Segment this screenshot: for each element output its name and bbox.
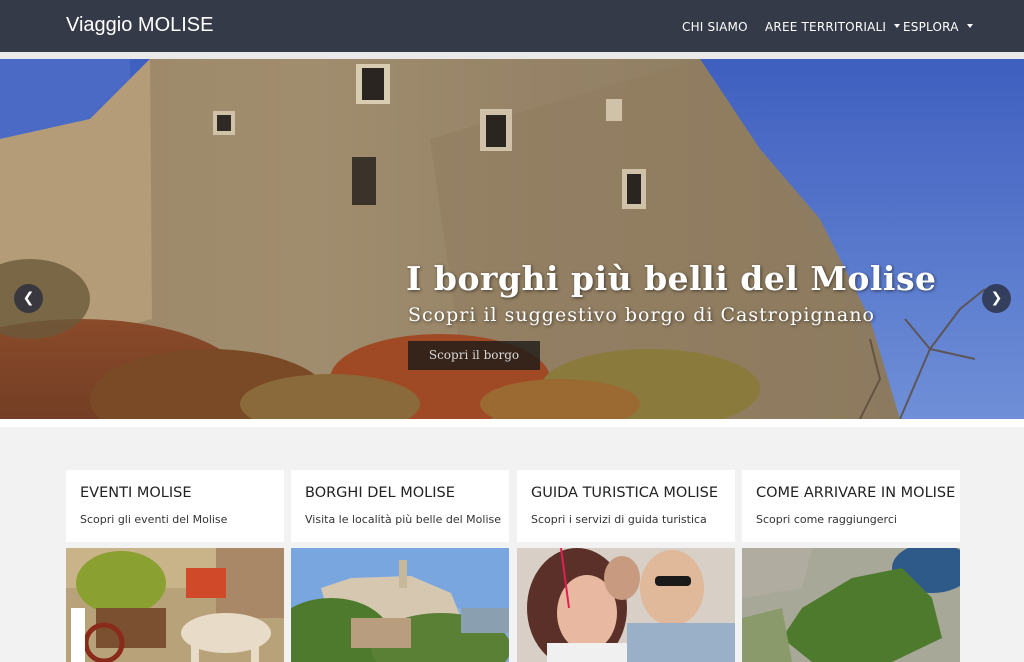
hero-carousel: I borghi più belli del Molise Scopri il … [0, 59, 1024, 419]
card-description: Scopri gli eventi del Molise [80, 513, 228, 526]
brand-logo-link[interactable]: Viaggio MOLISE [66, 14, 214, 37]
chevron-right-icon: ❯ [990, 290, 1003, 306]
hero-title: I borghi più belli del Molise [406, 259, 937, 298]
card-description: Scopri i servizi di guida turistica [531, 513, 707, 526]
card-guida-turistica[interactable]: GUIDA TURISTICA MOLISE Scopri i servizi … [517, 470, 735, 542]
chevron-left-icon: ❮ [22, 290, 35, 306]
navbar-divider [0, 52, 1024, 59]
navbar: Viaggio MOLISE CHI SIAMO AREE TERRITORIA… [0, 0, 1024, 52]
caret-down-icon [894, 23, 901, 28]
village-thumbnail-image[interactable] [291, 548, 509, 662]
card-description: Visita le località più belle del Molise [305, 513, 502, 526]
nav-aree-territoriali-dropdown[interactable]: AREE TERRITORIALI [765, 20, 901, 34]
caret-down-icon [966, 23, 973, 28]
tour-guide-thumbnail-image[interactable] [517, 548, 735, 662]
nav-aree-territoriali-label: AREE TERRITORIALI [765, 20, 887, 34]
hero-subtitle: Scopri il suggestivo borgo di Castropign… [408, 304, 875, 326]
card-borghi[interactable]: BORGHI DEL MOLISE Visita le località più… [291, 470, 509, 542]
card-title: COME ARRIVARE IN MOLISE [756, 485, 956, 501]
carousel-prev-button[interactable]: ❮ [14, 284, 43, 313]
nav-chi-siamo[interactable]: CHI SIAMO [682, 20, 748, 34]
events-thumbnail-image[interactable] [66, 548, 284, 662]
nav-chi-siamo-label: CHI SIAMO [682, 20, 748, 34]
carousel-next-button[interactable]: ❯ [982, 284, 1011, 313]
card-eventi[interactable]: EVENTI MOLISE Scopri gli eventi del Moli… [66, 470, 284, 542]
nav-esplora-dropdown[interactable]: ESPLORA [903, 20, 973, 34]
card-title: GUIDA TURISTICA MOLISE [531, 485, 719, 501]
card-title: EVENTI MOLISE [80, 485, 192, 501]
nav-esplora-label: ESPLORA [903, 20, 959, 34]
map-thumbnail-image[interactable] [742, 548, 960, 662]
card-title: BORGHI DEL MOLISE [305, 485, 455, 501]
card-come-arrivare[interactable]: COME ARRIVARE IN MOLISE Scopri come ragg… [742, 470, 960, 542]
card-description: Scopri come raggiungerci [756, 513, 897, 526]
discover-village-button[interactable]: Scopri il borgo [408, 341, 540, 370]
hero-divider [0, 419, 1024, 427]
